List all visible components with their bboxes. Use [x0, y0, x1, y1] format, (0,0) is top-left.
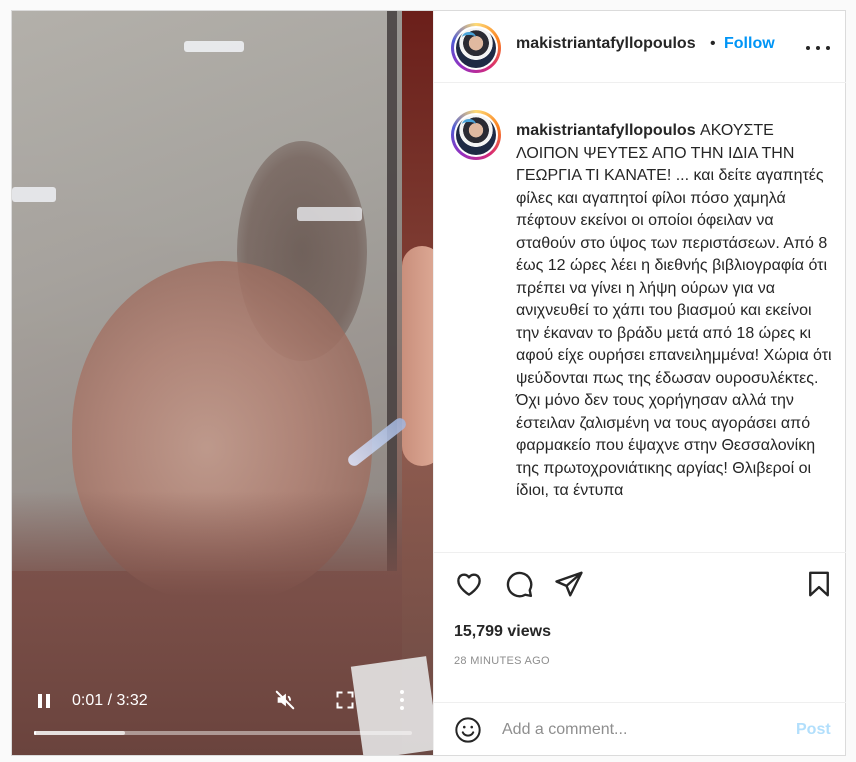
- video-controls: 0:01 / 3:32: [12, 681, 433, 755]
- timestamp[interactable]: 28 MINUTES AGO: [454, 655, 550, 667]
- caption-username[interactable]: makistriantafyllopoulos: [516, 122, 696, 139]
- post-side-panel: makistriantafyllopoulos • Follow makistr…: [433, 11, 846, 755]
- post-header: makistriantafyllopoulos • Follow: [434, 11, 846, 83]
- emoji-icon[interactable]: [454, 716, 484, 746]
- page-frame: 0:01 / 3:32 makistriantafyllopoulos • Fo…: [0, 0, 856, 762]
- view-count[interactable]: 15,799 views: [454, 623, 551, 641]
- post-button[interactable]: Post: [796, 721, 831, 739]
- video-frame-ceiling-light: [184, 41, 244, 52]
- video-buffer-bar: [34, 731, 125, 735]
- video-time: 0:01 / 3:32: [72, 692, 148, 709]
- avatar[interactable]: [451, 23, 501, 73]
- caption-area[interactable]: makistriantafyllopoulos ΑΚΟΥΣΤΕ ΛΟΙΠΟΝ Ψ…: [434, 84, 846, 551]
- comment-input[interactable]: [502, 715, 782, 745]
- dot-separator: •: [710, 35, 716, 52]
- pause-icon[interactable]: [32, 689, 56, 713]
- video-progress-fill: [34, 731, 36, 735]
- comment-icon[interactable]: [504, 569, 536, 601]
- video-frame-finger: [402, 246, 433, 466]
- caption-text: makistriantafyllopoulos ΑΚΟΥΣΤΕ ΛΟΙΠΟΝ Ψ…: [516, 120, 836, 503]
- add-comment-bar: Post: [434, 702, 846, 755]
- more-horizontal-icon[interactable]: [806, 39, 830, 57]
- caption-body: ΑΚΟΥΣΤΕ ΛΟΙΠΟΝ ΨΕΥΤΕΣ ΑΠΟ ΤΗΝ ΙΔΙΑ ΤΗΝ Γ…: [516, 122, 832, 499]
- video-player[interactable]: 0:01 / 3:32: [12, 11, 433, 755]
- video-frame-ceiling-light: [12, 187, 56, 202]
- more-vertical-icon[interactable]: [392, 687, 412, 713]
- post-modal: 0:01 / 3:32 makistriantafyllopoulos • Fo…: [11, 10, 846, 756]
- heart-icon[interactable]: [454, 569, 486, 601]
- mute-icon[interactable]: [272, 687, 298, 713]
- follow-button[interactable]: Follow: [724, 35, 775, 53]
- bookmark-icon[interactable]: [804, 569, 836, 601]
- avatar[interactable]: [451, 110, 501, 160]
- video-frame-ceiling-light: [297, 207, 362, 221]
- share-icon[interactable]: [554, 569, 586, 601]
- fullscreen-icon[interactable]: [332, 687, 358, 713]
- video-progress-bar[interactable]: [34, 731, 412, 735]
- post-actions: 15,799 views 28 MINUTES AGO: [434, 552, 846, 702]
- header-username[interactable]: makistriantafyllopoulos: [516, 35, 696, 53]
